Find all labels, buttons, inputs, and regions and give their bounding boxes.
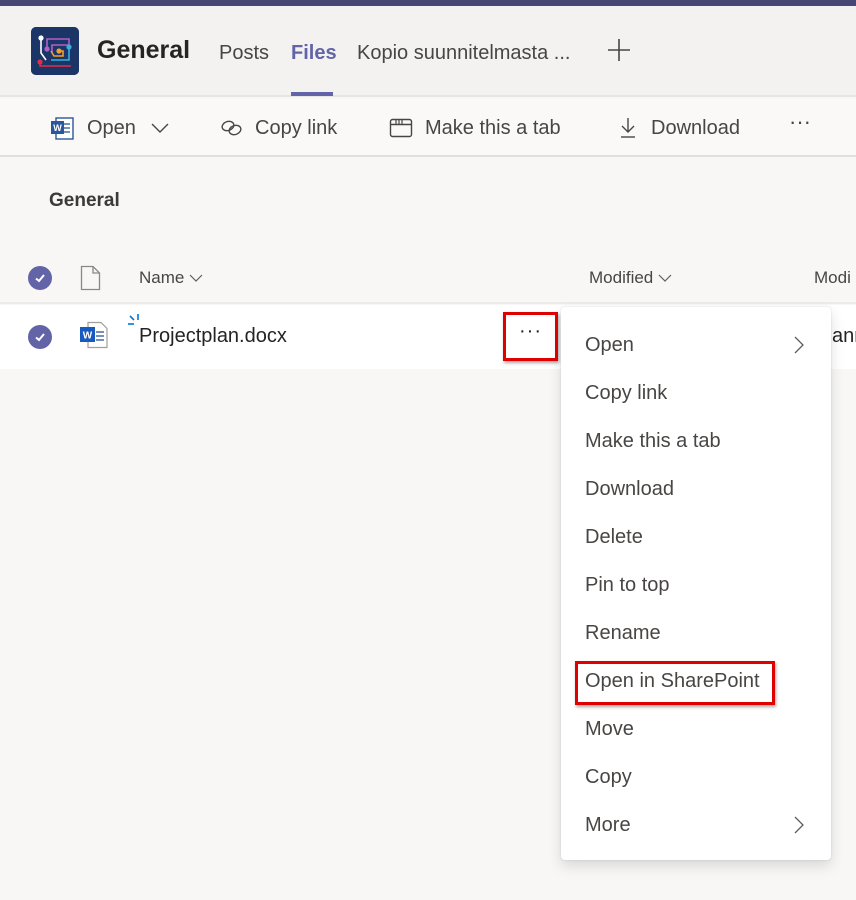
download-label: Download	[651, 116, 740, 139]
menu-item-copy[interactable]: Copy	[561, 753, 831, 801]
checkmark-icon	[35, 274, 45, 283]
menu-item-label: Make this a tab	[585, 429, 721, 452]
tab-kopio-suunnitelmasta[interactable]: Kopio suunnitelmasta ...	[357, 42, 570, 65]
more-icon: ···	[519, 320, 542, 342]
team-logo[interactable]	[31, 27, 79, 75]
chevron-right-icon	[794, 816, 804, 834]
add-tab-button[interactable]	[605, 36, 633, 64]
copy-link-label: Copy link	[255, 116, 338, 139]
menu-item-label: Copy link	[585, 381, 668, 404]
open-label: Open	[87, 116, 136, 139]
more-icon: ···	[789, 109, 811, 134]
svg-text:W: W	[83, 331, 93, 342]
file-list-header: Name Modified Modi	[0, 254, 856, 304]
link-icon	[221, 120, 242, 136]
modified-by-column-label: Modi	[814, 268, 851, 287]
checkmark-icon	[35, 333, 45, 342]
download-icon	[621, 118, 635, 138]
more-actions-button[interactable]: ···	[789, 107, 811, 137]
menu-item-label: Copy	[585, 765, 632, 788]
word-file-icon: W	[80, 321, 108, 349]
menu-item-label: Delete	[585, 525, 643, 548]
menu-item-pin-to-top[interactable]: Pin to top	[561, 561, 831, 609]
files-toolbar: W Open Copy link Make this a tab Downloa…	[0, 99, 856, 157]
channel-title: General	[97, 36, 191, 64]
menu-item-open-in-sharepoint[interactable]: Open in SharePoint	[561, 657, 831, 705]
plus-icon	[608, 39, 630, 61]
menu-item-label: Download	[585, 477, 674, 500]
download-button[interactable]: Download	[618, 113, 740, 143]
menu-item-move[interactable]: Move	[561, 705, 831, 753]
channel-header: General Posts Files Kopio suunnitelmasta…	[0, 6, 856, 97]
name-column-header[interactable]: Name	[139, 268, 203, 288]
chevron-down-icon	[151, 123, 169, 133]
breadcrumb: General	[49, 190, 120, 211]
team-logo-icon	[31, 27, 79, 75]
chevron-down-icon	[658, 274, 672, 282]
word-icon: W	[51, 116, 74, 140]
row-more-options-button[interactable]: ···	[503, 312, 558, 361]
tab-files[interactable]: Files	[291, 42, 337, 65]
menu-item-label: Move	[585, 717, 634, 740]
name-column-label: Name	[139, 268, 185, 287]
menu-item-label: Open	[585, 333, 634, 356]
menu-item-rename[interactable]: Rename	[561, 609, 831, 657]
modified-column-header[interactable]: Modified	[589, 268, 672, 288]
row-select-checkbox[interactable]	[28, 325, 52, 349]
chevron-down-icon	[189, 274, 203, 282]
modified-by-value: ann	[832, 325, 856, 347]
copy-link-button[interactable]: Copy link	[220, 113, 337, 143]
open-button[interactable]: W Open	[50, 113, 170, 143]
tab-posts[interactable]: Posts	[219, 42, 269, 65]
file-type-icon	[80, 265, 101, 291]
make-tab-button[interactable]: Make this a tab	[389, 113, 561, 143]
svg-text:W: W	[53, 123, 62, 133]
menu-item-download[interactable]: Download	[561, 465, 831, 513]
tab-icon	[389, 118, 413, 138]
menu-item-label: Pin to top	[585, 573, 670, 596]
modified-by-column-header[interactable]: Modi	[814, 268, 851, 288]
menu-item-label: Rename	[585, 621, 661, 644]
menu-item-make-tab[interactable]: Make this a tab	[561, 417, 831, 465]
file-context-menu: Open Copy link Make this a tab Download …	[561, 307, 831, 860]
menu-item-copy-link[interactable]: Copy link	[561, 369, 831, 417]
file-name-link[interactable]: Projectplan.docx	[139, 325, 287, 348]
active-tab-indicator	[291, 92, 333, 96]
make-tab-label: Make this a tab	[425, 116, 561, 139]
modified-column-label: Modified	[589, 268, 654, 287]
select-all-checkbox[interactable]	[28, 266, 52, 290]
menu-item-open[interactable]: Open	[561, 321, 831, 369]
chevron-right-icon	[794, 336, 804, 354]
menu-item-more[interactable]: More	[561, 801, 831, 849]
menu-item-delete[interactable]: Delete	[561, 513, 831, 561]
menu-item-label: Open in SharePoint	[585, 669, 760, 692]
menu-item-label: More	[585, 813, 631, 836]
